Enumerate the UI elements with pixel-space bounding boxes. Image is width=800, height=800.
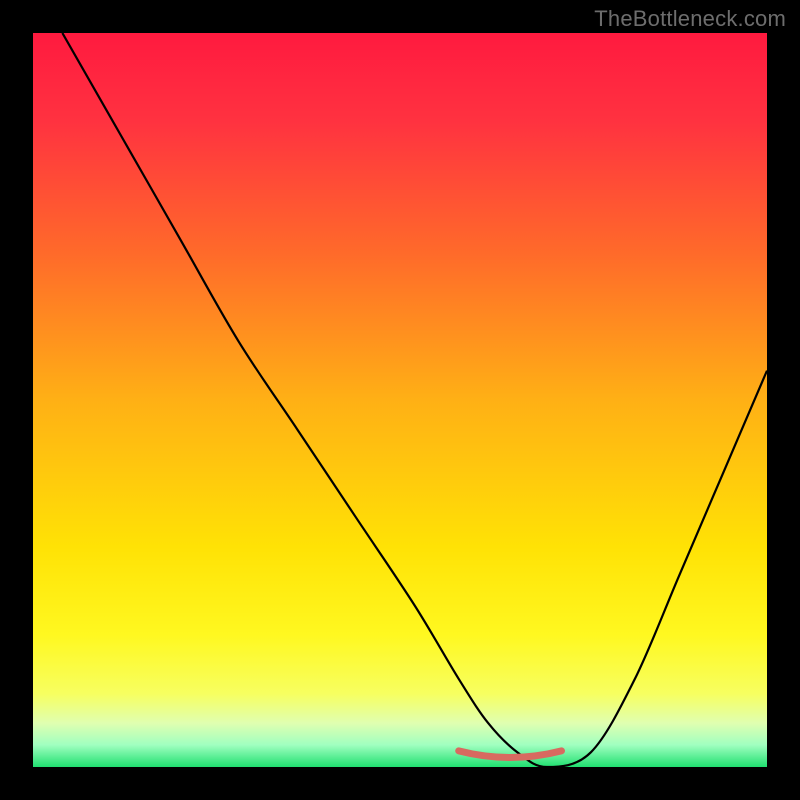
watermark-text: TheBottleneck.com <box>594 6 786 32</box>
chart-svg <box>0 0 800 800</box>
bottleneck-chart: TheBottleneck.com <box>0 0 800 800</box>
gradient-plot-area <box>33 33 767 767</box>
